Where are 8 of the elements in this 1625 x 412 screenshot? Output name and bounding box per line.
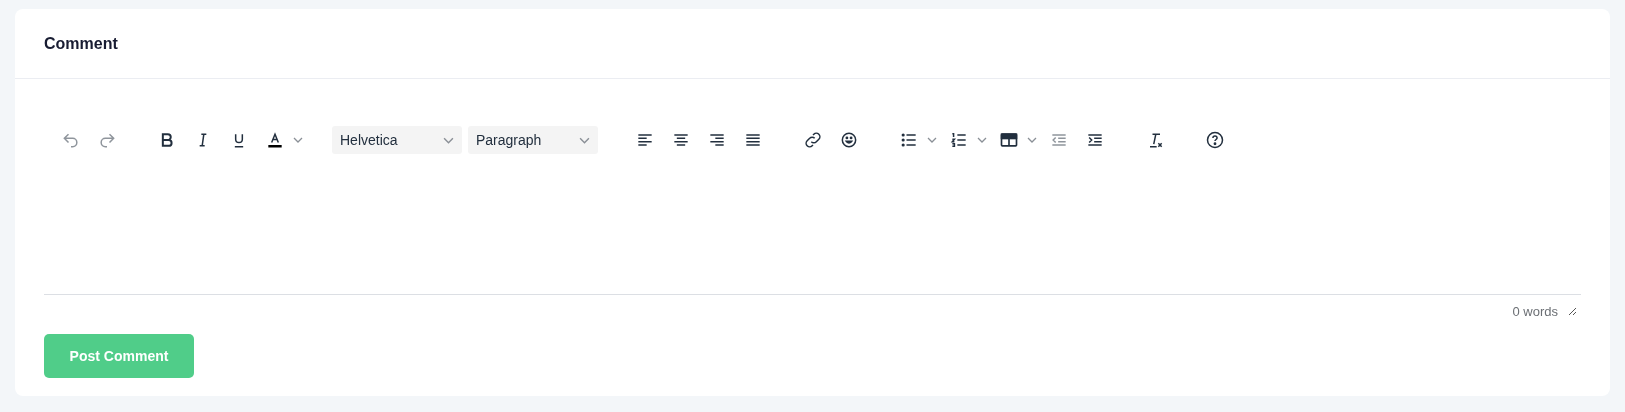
dropdown[interactable]: Helvetica: [332, 126, 462, 154]
resize-handle-icon[interactable]: [1567, 306, 1577, 316]
editor-area[interactable]: Helvetica Paragraph: [44, 79, 1581, 295]
chevron-icon: [443, 136, 454, 144]
chevron-icon: [579, 136, 590, 144]
card-title: Comment: [44, 34, 118, 53]
word-count: 0 words: [1512, 303, 1558, 319]
dropdown[interactable]: Paragraph: [468, 126, 598, 154]
